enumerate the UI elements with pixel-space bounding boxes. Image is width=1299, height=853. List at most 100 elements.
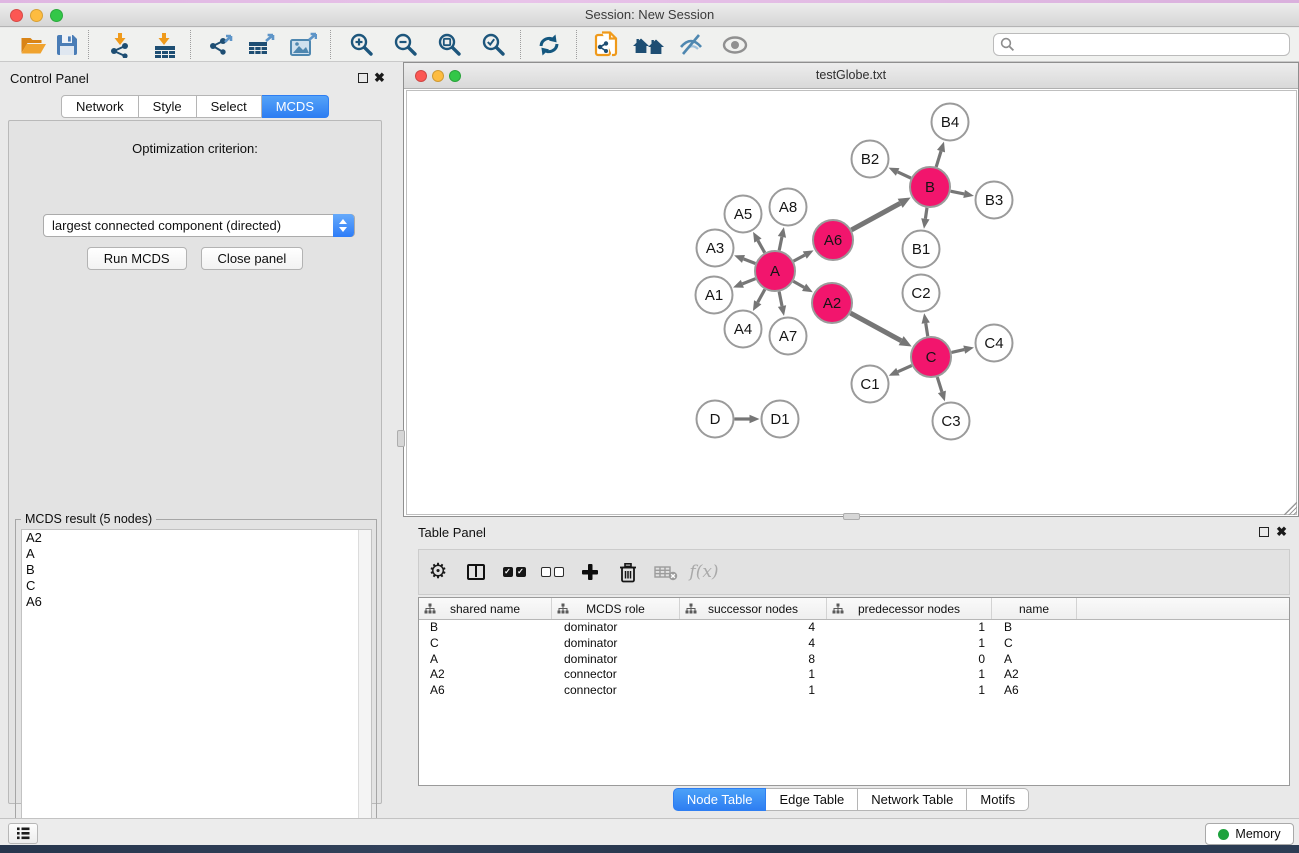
column-header-successor-nodes[interactable]: successor nodes bbox=[680, 598, 827, 619]
edge-A-A8[interactable] bbox=[778, 227, 786, 250]
node-A7[interactable]: A7 bbox=[770, 318, 807, 355]
settings-gear-icon[interactable]: ⚙ bbox=[419, 552, 457, 592]
export-network-icon[interactable] bbox=[202, 29, 240, 60]
cell-mcds-role[interactable]: dominator bbox=[552, 652, 680, 668]
result-list-scrollbar[interactable] bbox=[358, 530, 371, 852]
node-A[interactable]: A bbox=[755, 251, 795, 291]
node-C1[interactable]: C1 bbox=[852, 366, 889, 403]
edge-C-C4[interactable] bbox=[951, 346, 973, 354]
node-A2[interactable]: A2 bbox=[812, 283, 852, 323]
edge-B-B1[interactable] bbox=[921, 208, 929, 229]
node-B3[interactable]: B3 bbox=[976, 182, 1013, 219]
tab-mcds[interactable]: MCDS bbox=[262, 95, 329, 118]
node-B2[interactable]: B2 bbox=[852, 141, 889, 178]
cell-predecessor-nodes[interactable]: 1 bbox=[827, 636, 992, 652]
zoom-selected-icon[interactable] bbox=[475, 29, 513, 60]
node-C3[interactable]: C3 bbox=[933, 403, 970, 440]
edge-A2-C[interactable] bbox=[850, 313, 911, 346]
close-panel-button[interactable]: Close panel bbox=[201, 247, 304, 270]
edge-A-A4[interactable] bbox=[753, 289, 765, 311]
task-history-icon[interactable] bbox=[8, 823, 38, 844]
node-C2[interactable]: C2 bbox=[903, 275, 940, 312]
cell-successor-nodes[interactable]: 4 bbox=[680, 620, 827, 636]
close-panel-icon[interactable]: ✖ bbox=[374, 70, 385, 86]
node-C4[interactable]: C4 bbox=[976, 325, 1013, 362]
delete-column-icon[interactable] bbox=[609, 552, 647, 592]
tab-network[interactable]: Network bbox=[61, 95, 139, 118]
network-close-button[interactable] bbox=[415, 70, 427, 82]
deselect-all-icon[interactable] bbox=[533, 552, 571, 592]
table-row[interactable]: A2connector11A2 bbox=[419, 667, 1289, 683]
zoom-window-button[interactable] bbox=[50, 9, 63, 22]
zoom-in-icon[interactable] bbox=[343, 29, 381, 60]
close-table-panel-icon[interactable]: ✖ bbox=[1276, 524, 1287, 540]
cell-predecessor-nodes[interactable]: 1 bbox=[827, 683, 992, 699]
node-B4[interactable]: B4 bbox=[932, 104, 969, 141]
edge-B-B3[interactable] bbox=[951, 190, 974, 198]
node-A4[interactable]: A4 bbox=[725, 311, 762, 348]
cell-predecessor-nodes[interactable]: 1 bbox=[827, 667, 992, 683]
node-C[interactable]: C bbox=[911, 337, 951, 377]
edge-A6-B[interactable] bbox=[851, 198, 910, 230]
network-window-titlebar[interactable]: testGlobe.txt bbox=[404, 63, 1298, 89]
result-item[interactable]: C bbox=[22, 578, 371, 594]
search-input[interactable] bbox=[1019, 38, 1289, 52]
open-session-icon[interactable] bbox=[14, 29, 52, 60]
edge-B-B4[interactable] bbox=[936, 142, 945, 167]
zoom-out-icon[interactable] bbox=[387, 29, 425, 60]
export-image-icon[interactable] bbox=[284, 29, 322, 60]
tab-select[interactable]: Select bbox=[197, 95, 262, 118]
cell-successor-nodes[interactable]: 8 bbox=[680, 652, 827, 668]
export-table-icon[interactable] bbox=[242, 29, 280, 60]
edge-A-A5[interactable] bbox=[753, 232, 765, 253]
window-resize-grip[interactable] bbox=[1284, 502, 1297, 515]
cell-successor-nodes[interactable]: 1 bbox=[680, 683, 827, 699]
float-panel-icon[interactable] bbox=[358, 73, 368, 83]
edge-A-A6[interactable] bbox=[794, 250, 814, 261]
cell-predecessor-nodes[interactable]: 1 bbox=[827, 620, 992, 636]
edge-A-A1[interactable] bbox=[733, 279, 755, 288]
network-canvas[interactable]: B4B2BB3A8A5A6A3B1AC2A1A2A4A7C4CC1DD1C3 bbox=[406, 90, 1297, 515]
node-A8[interactable]: A8 bbox=[770, 189, 807, 226]
tab-style[interactable]: Style bbox=[139, 95, 197, 118]
apply-layout-icon[interactable] bbox=[530, 29, 568, 60]
node-A3[interactable]: A3 bbox=[697, 230, 734, 267]
edge-B-B2[interactable] bbox=[889, 168, 911, 178]
float-table-panel-icon[interactable] bbox=[1259, 527, 1269, 537]
result-item[interactable]: A6 bbox=[22, 594, 371, 610]
node-B[interactable]: B bbox=[910, 167, 950, 207]
cell-name[interactable]: A bbox=[992, 652, 1077, 668]
edge-A-A3[interactable] bbox=[734, 255, 755, 263]
tab-node-table[interactable]: Node Table bbox=[673, 788, 767, 811]
network-zoom-button[interactable] bbox=[449, 70, 461, 82]
cell-shared-name[interactable]: C bbox=[419, 636, 552, 652]
criterion-dropdown[interactable]: largest connected component (directed) bbox=[43, 214, 355, 237]
cell-shared-name[interactable]: A6 bbox=[419, 683, 552, 699]
cell-mcds-role[interactable]: connector bbox=[552, 667, 680, 683]
zoom-fit-icon[interactable] bbox=[431, 29, 469, 60]
run-mcds-button[interactable]: Run MCDS bbox=[87, 247, 187, 270]
import-network-icon[interactable] bbox=[102, 29, 140, 60]
column-header-predecessor-nodes[interactable]: predecessor nodes bbox=[827, 598, 992, 619]
cell-mcds-role[interactable]: dominator bbox=[552, 620, 680, 636]
cell-name[interactable]: B bbox=[992, 620, 1077, 636]
edge-C-C2[interactable] bbox=[922, 313, 930, 336]
show-details-eye-icon[interactable] bbox=[716, 29, 754, 60]
result-item[interactable]: B bbox=[22, 562, 371, 578]
column-header-mcds-role[interactable]: MCDS role bbox=[552, 598, 680, 619]
cell-mcds-role[interactable]: connector bbox=[552, 683, 680, 699]
vertical-splitter-handle[interactable] bbox=[397, 430, 405, 447]
save-session-icon[interactable] bbox=[48, 29, 86, 60]
node-A6[interactable]: A6 bbox=[813, 220, 853, 260]
node-B1[interactable]: B1 bbox=[903, 231, 940, 268]
split-view-icon[interactable] bbox=[457, 552, 495, 592]
node-D[interactable]: D bbox=[697, 401, 734, 438]
column-header-name[interactable]: name bbox=[992, 598, 1077, 619]
select-all-icon[interactable]: ✓✓ bbox=[495, 552, 533, 592]
delete-table-icon[interactable] bbox=[647, 552, 685, 592]
duplicate-network-icon[interactable] bbox=[588, 29, 626, 60]
cell-shared-name[interactable]: A2 bbox=[419, 667, 552, 683]
tab-network-table[interactable]: Network Table bbox=[858, 788, 967, 811]
table-row[interactable]: A6connector11A6 bbox=[419, 683, 1289, 699]
close-window-button[interactable] bbox=[10, 9, 23, 22]
